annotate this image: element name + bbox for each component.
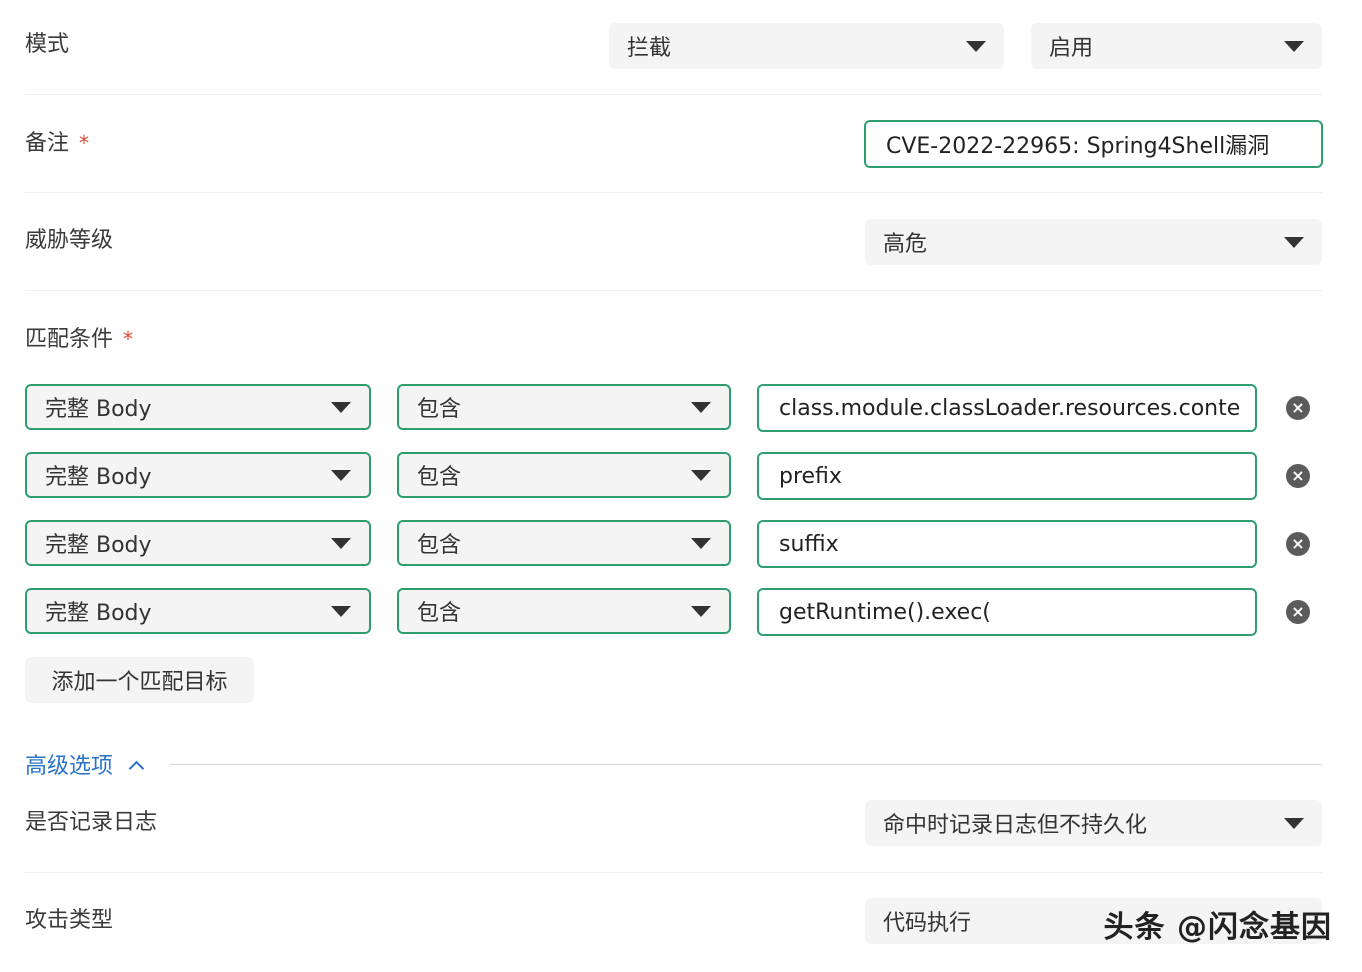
condition-target-value: 完整 Body <box>45 601 152 626</box>
mode-label: 模式 <box>25 32 70 57</box>
condition-operator-select[interactable]: 包含 <box>397 520 731 566</box>
condition-value-input[interactable]: class.module.classLoader.resources.conte <box>757 384 1257 432</box>
chevron-up-icon <box>128 760 145 776</box>
chevron-down-icon <box>331 469 351 481</box>
add-match-target-button[interactable]: 添加一个匹配目标 <box>25 657 254 703</box>
condition-value-input[interactable]: prefix <box>757 452 1257 500</box>
condition-operator-value: 包含 <box>417 397 462 422</box>
condition-operator-value: 包含 <box>417 601 462 626</box>
close-circle-icon[interactable]: × <box>1286 464 1310 488</box>
match-label-text: 匹配条件 <box>25 327 114 352</box>
chevron-down-icon <box>331 537 351 549</box>
watermark: 头条 @闪念基因 <box>1103 910 1332 945</box>
mode-action-value: 拦截 <box>627 36 672 61</box>
advanced-options-toggle[interactable]: 高级选项 <box>25 748 145 780</box>
chevron-down-icon <box>331 401 351 413</box>
condition-target-value: 完整 Body <box>45 397 152 422</box>
attack-type-label: 攻击类型 <box>25 908 114 933</box>
chevron-down-icon <box>691 401 711 413</box>
condition-target-select[interactable]: 完整 Body <box>25 588 371 634</box>
condition-operator-select[interactable]: 包含 <box>397 588 731 634</box>
threat-level-label: 威胁等级 <box>25 228 114 253</box>
mode-status-value: 启用 <box>1049 36 1094 61</box>
condition-operator-select[interactable]: 包含 <box>397 384 731 430</box>
condition-value-text: class.module.classLoader.resources.conte <box>779 395 1241 421</box>
chevron-down-icon <box>1284 236 1304 248</box>
log-label: 是否记录日志 <box>25 810 158 835</box>
remark-label: 备注 * <box>25 128 89 159</box>
remark-input[interactable]: CVE-2022-22965: Spring4Shell漏洞 <box>864 120 1323 168</box>
required-mark: * <box>79 131 90 155</box>
close-circle-icon[interactable]: × <box>1286 396 1310 420</box>
threat-level-value: 高危 <box>883 232 928 257</box>
condition-value-text: prefix <box>779 463 842 489</box>
condition-target-select[interactable]: 完整 Body <box>25 520 371 566</box>
divider <box>25 94 1322 95</box>
required-mark: * <box>123 327 134 351</box>
chevron-down-icon <box>966 40 986 52</box>
condition-target-select[interactable]: 完整 Body <box>25 452 371 498</box>
remark-label-text: 备注 <box>25 131 70 156</box>
divider <box>25 192 1322 193</box>
condition-operator-value: 包含 <box>417 533 462 558</box>
chevron-down-icon <box>691 537 711 549</box>
match-label: 匹配条件 * <box>25 324 133 355</box>
condition-operator-select[interactable]: 包含 <box>397 452 731 498</box>
close-circle-icon[interactable]: × <box>1286 600 1310 624</box>
condition-value-input[interactable]: getRuntime().exec( <box>757 588 1257 636</box>
chevron-down-icon <box>1284 40 1304 52</box>
condition-target-value: 完整 Body <box>45 533 152 558</box>
condition-target-value: 完整 Body <box>45 465 152 490</box>
mode-action-select[interactable]: 拦截 <box>609 23 1004 69</box>
condition-target-select[interactable]: 完整 Body <box>25 384 371 430</box>
threat-level-select[interactable]: 高危 <box>865 219 1322 265</box>
log-select[interactable]: 命中时记录日志但不持久化 <box>865 800 1322 846</box>
mode-status-select[interactable]: 启用 <box>1031 23 1322 69</box>
condition-value-input[interactable]: suffix <box>757 520 1257 568</box>
advanced-divider <box>170 764 1322 765</box>
remark-input-value: CVE-2022-22965: Spring4Shell漏洞 <box>886 134 1270 159</box>
divider <box>25 290 1322 291</box>
chevron-down-icon <box>1284 817 1304 829</box>
chevron-down-icon <box>331 605 351 617</box>
condition-value-text: getRuntime().exec( <box>779 599 991 625</box>
close-circle-icon[interactable]: × <box>1286 532 1310 556</box>
log-value: 命中时记录日志但不持久化 <box>883 813 1148 838</box>
condition-operator-value: 包含 <box>417 465 462 490</box>
chevron-down-icon <box>691 605 711 617</box>
chevron-down-icon <box>691 469 711 481</box>
condition-value-text: suffix <box>779 531 839 557</box>
divider <box>25 872 1322 873</box>
advanced-options-label: 高级选项 <box>25 754 114 779</box>
